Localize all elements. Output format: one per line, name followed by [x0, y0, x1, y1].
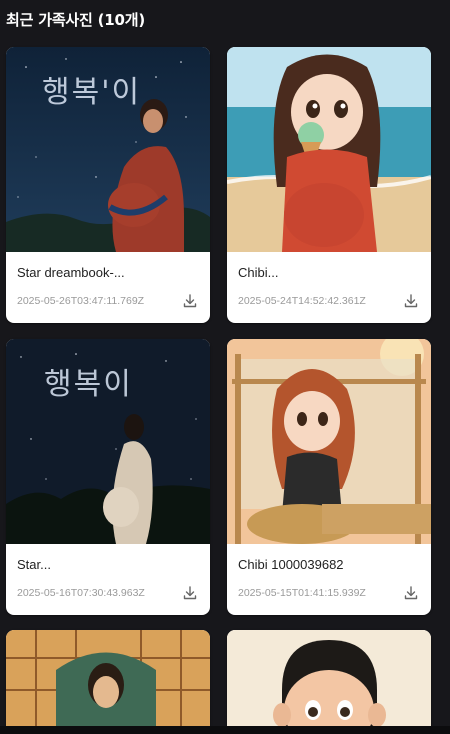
photo-gallery-page: 최근 가족사진 (10개) 행복'이 Star dreambook-... 20…	[0, 0, 450, 734]
photo-thumbnail[interactable]	[227, 47, 431, 252]
photo-date: 2025-05-16T07:30:43.963Z	[17, 587, 145, 599]
download-icon[interactable]	[182, 293, 198, 309]
download-icon[interactable]	[403, 293, 419, 309]
photo-date: 2025-05-15T01:41:15.939Z	[238, 587, 366, 599]
photo-card[interactable]: Chibi... 2025-05-24T14:52:42.361Z	[227, 47, 431, 323]
bottom-bar	[0, 726, 450, 734]
download-icon[interactable]	[403, 585, 419, 601]
photo-title: Star...	[17, 557, 51, 572]
star-overlay-text: 행복이	[44, 367, 133, 402]
photo-thumbnail[interactable]: 행복'이	[6, 47, 210, 252]
download-icon[interactable]	[182, 585, 198, 601]
section-title: 최근 가족사진 (10개)	[6, 11, 146, 29]
photo-card[interactable]: Chibi 1000039682 2025-05-15T01:41:15.939…	[227, 339, 431, 615]
photo-title: Chibi 1000039682	[238, 557, 344, 572]
photo-thumbnail[interactable]	[6, 630, 210, 734]
photo-thumbnail[interactable]	[227, 630, 431, 734]
photo-title: Chibi...	[238, 265, 279, 280]
photo-title: Star dreambook-...	[17, 265, 125, 280]
photo-thumbnail[interactable]	[227, 339, 431, 544]
photo-card[interactable]	[227, 630, 431, 734]
photo-card[interactable]	[6, 630, 210, 734]
photo-date: 2025-05-26T03:47:11.769Z	[17, 295, 145, 307]
photo-card[interactable]: 행복'이 Star dreambook-... 2025-05-26T03:47…	[6, 47, 210, 323]
photo-date: 2025-05-24T14:52:42.361Z	[238, 295, 366, 307]
photo-thumbnail[interactable]: 행복이	[6, 339, 210, 544]
star-overlay-text: 행복'이	[42, 75, 141, 110]
photo-card[interactable]: 행복이 Star... 2025-05-16T07:30:43.963Z	[6, 339, 210, 615]
